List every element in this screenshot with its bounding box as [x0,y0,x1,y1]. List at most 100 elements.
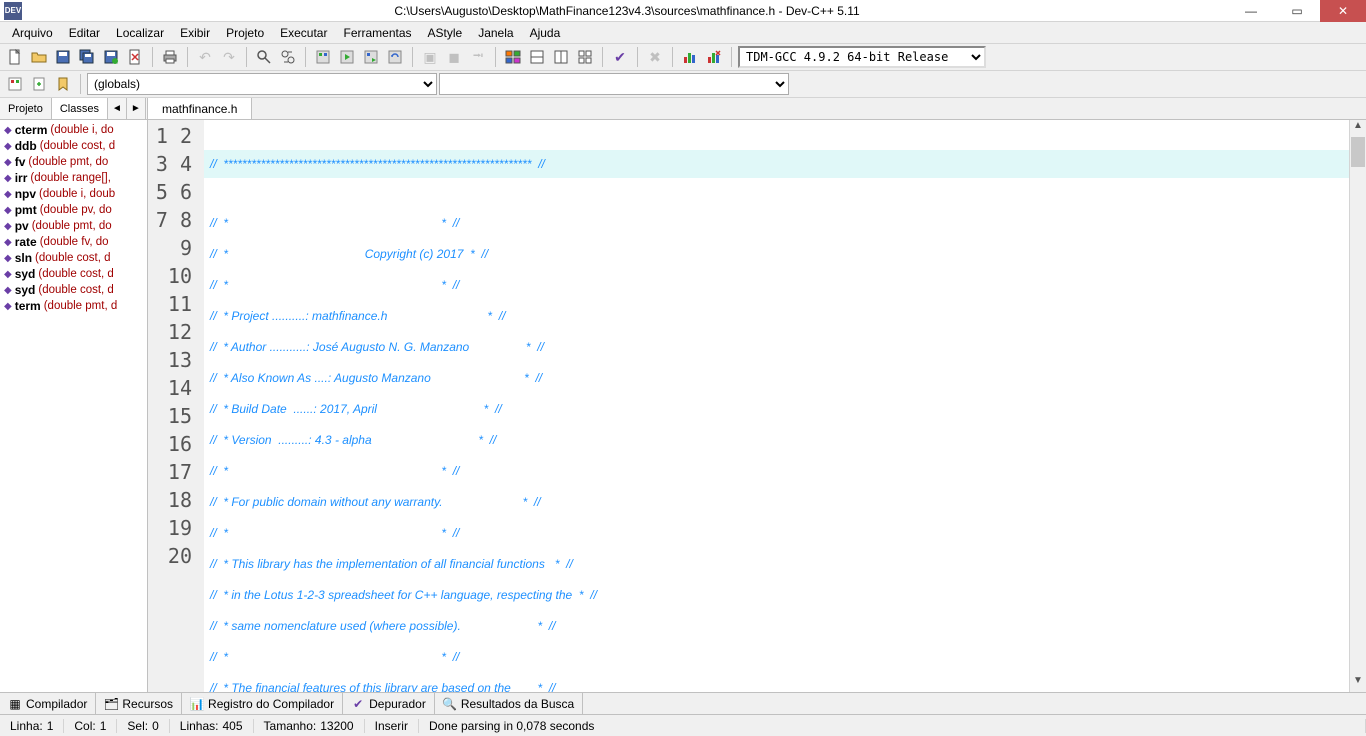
tab-scroll-right[interactable]: ► [127,98,146,119]
side-panel-tabs: Projeto Classes ◄ ► [0,98,147,120]
menu-exibir[interactable]: Exibir [172,24,218,42]
function-icon: ◆ [4,173,12,184]
print-icon[interactable] [159,46,181,68]
member-select[interactable] [439,73,789,95]
compile-icon[interactable] [312,46,334,68]
grid-icon: ▦ [8,697,22,711]
function-icon: ◆ [4,125,12,136]
function-icon: ◆ [4,141,12,152]
app-icon: DEV [4,2,22,20]
replace-icon[interactable] [277,46,299,68]
code-content[interactable]: // *************************************… [204,120,1366,692]
resources-icon: 🗂 [104,697,118,711]
step-icon[interactable]: ⭲ [467,46,489,68]
status-inserir: Inserir [365,719,419,733]
tree-item: ◆term(double pmt, d [0,298,147,314]
minimize-button[interactable]: — [1228,0,1274,22]
menu-janela[interactable]: Janela [470,24,521,42]
tab-compilador[interactable]: ▦Compilador [0,693,96,714]
tree-item: ◆syd(double cost, d [0,266,147,282]
check-icon[interactable]: ✔ [609,46,631,68]
find-icon[interactable] [253,46,275,68]
save-all-icon[interactable] [76,46,98,68]
redo-icon[interactable]: ↷ [218,46,240,68]
menu-executar[interactable]: Executar [272,24,335,42]
log-icon: 📊 [190,697,204,711]
status-sel: Sel:0 [117,719,169,733]
panel-4-icon[interactable] [574,46,596,68]
maximize-button[interactable]: ▭ [1274,0,1320,22]
profile-delete-icon[interactable] [703,46,725,68]
scroll-down-icon[interactable]: ▼ [1350,675,1366,692]
tree-item: ◆pmt(double pv, do [0,202,147,218]
bookmark-icon[interactable] [52,73,74,95]
tree-item: ◆rate(double fv, do [0,234,147,250]
scope-select[interactable]: (globals) [87,73,437,95]
menubar: Arquivo Editar Localizar Exibir Projeto … [0,22,1366,44]
function-icon: ◆ [4,221,12,232]
rebuild-icon[interactable] [384,46,406,68]
stop-debug-icon[interactable]: ◼ [443,46,465,68]
code-editor[interactable]: 1 2 3 4 5 6 7 8 9 10 11 12 13 14 15 16 1… [148,120,1366,692]
tree-item: ◆sln(double cost, d [0,250,147,266]
menu-ferramentas[interactable]: Ferramentas [335,24,419,42]
save-icon[interactable] [52,46,74,68]
menu-editar[interactable]: Editar [61,24,108,42]
panel-2-icon[interactable] [526,46,548,68]
statusbar: Linha:1 Col:1 Sel:0 Linhas:405 Tamanho:1… [0,714,1366,736]
editor-tabs: mathfinance.h [148,98,1366,120]
status-col: Col:1 [64,719,117,733]
close-file-icon[interactable] [124,46,146,68]
menu-localizar[interactable]: Localizar [108,24,172,42]
tab-registro[interactable]: 📊Registro do Compilador [182,693,343,714]
menu-ajuda[interactable]: Ajuda [522,24,569,42]
compile-run-icon[interactable] [360,46,382,68]
class-tree[interactable]: ◆cterm(double i, do ◆ddb(double cost, d … [0,120,147,692]
function-icon: ◆ [4,189,12,200]
undo-icon[interactable]: ↶ [194,46,216,68]
check-icon: ✔ [351,697,365,711]
scroll-thumb[interactable] [1351,137,1365,167]
close-button[interactable]: ✕ [1320,0,1366,22]
save-as-icon[interactable] [100,46,122,68]
tree-item: ◆syd(double cost, d [0,282,147,298]
cancel-icon[interactable]: ✖ [644,46,666,68]
window-title: C:\Users\Augusto\Desktop\MathFinance123v… [26,4,1228,18]
function-icon: ◆ [4,205,12,216]
tree-item: ◆cterm(double i, do [0,122,147,138]
debug-icon[interactable]: ▣ [419,46,441,68]
function-icon: ◆ [4,269,12,280]
tree-item: ◆npv(double i, doub [0,186,147,202]
vertical-scrollbar[interactable]: ▲ ▼ [1349,120,1366,692]
line-gutter: 1 2 3 4 5 6 7 8 9 10 11 12 13 14 15 16 1… [148,120,204,692]
tab-depurador[interactable]: ✔Depurador [343,693,435,714]
profile-icon[interactable] [679,46,701,68]
tab-scroll-left[interactable]: ◄ [108,98,127,119]
tab-resultados[interactable]: 🔍Resultados da Busca [435,693,583,714]
bottom-panel-tabs: ▦Compilador 🗂Recursos 📊Registro do Compi… [0,692,1366,714]
insert-icon[interactable] [28,73,50,95]
scroll-up-icon[interactable]: ▲ [1350,120,1366,137]
new-class-icon[interactable] [4,73,26,95]
tab-classes[interactable]: Classes [52,98,108,119]
status-linha: Linha:1 [0,719,64,733]
editor-tab[interactable]: mathfinance.h [148,98,252,119]
function-icon: ◆ [4,237,12,248]
compiler-select[interactable]: TDM-GCC 4.9.2 64-bit Release [738,46,986,68]
tab-recursos[interactable]: 🗂Recursos [96,693,182,714]
tab-projeto[interactable]: Projeto [0,98,52,119]
open-file-icon[interactable] [28,46,50,68]
run-icon[interactable] [336,46,358,68]
panel-3-icon[interactable] [550,46,572,68]
main-area: Projeto Classes ◄ ► ◆cterm(double i, do … [0,98,1366,692]
toolbar-scope: (globals) [0,71,1366,98]
function-icon: ◆ [4,285,12,296]
new-file-icon[interactable] [4,46,26,68]
tree-item: ◆pv(double pmt, do [0,218,147,234]
menu-arquivo[interactable]: Arquivo [4,24,61,42]
window-controls: — ▭ ✕ [1228,0,1366,22]
menu-projeto[interactable]: Projeto [218,24,272,42]
menu-astyle[interactable]: AStyle [420,24,471,42]
panel-1-icon[interactable] [502,46,524,68]
status-tamanho: Tamanho:13200 [254,719,365,733]
